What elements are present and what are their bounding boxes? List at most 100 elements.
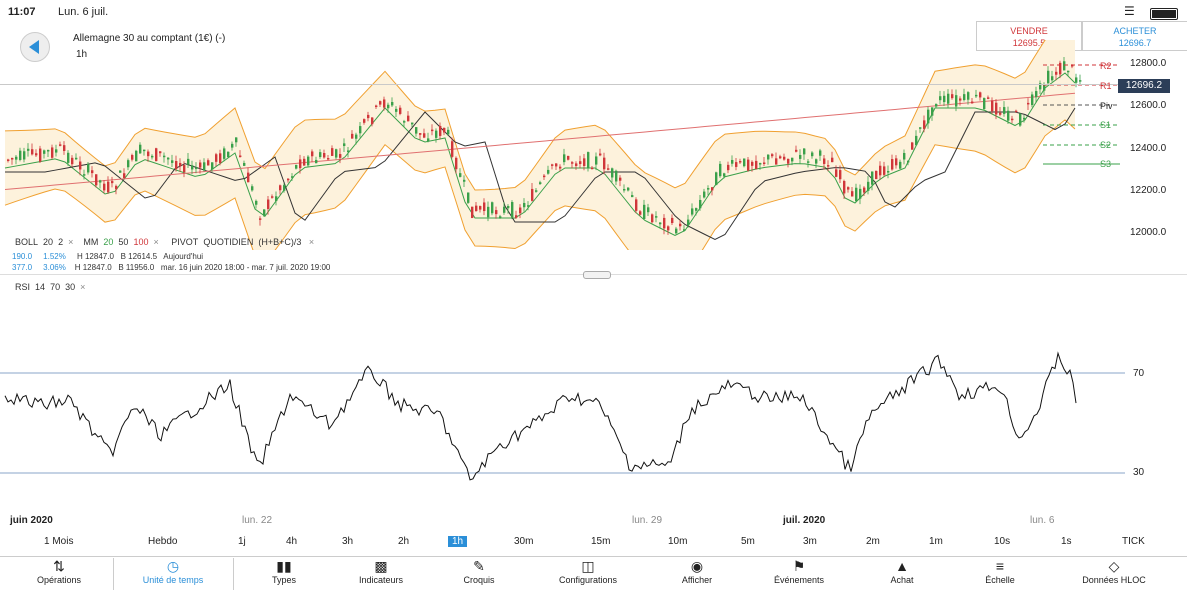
tf-1h[interactable]: 1h: [448, 536, 468, 547]
bell-icon: ▲: [895, 558, 909, 574]
tf-1m[interactable]: 1m: [929, 536, 943, 547]
boll-name: BOLL: [15, 237, 39, 247]
date-label: juil. 2020: [783, 515, 826, 526]
tf-4h[interactable]: 4h: [286, 536, 297, 547]
candle-body: [15, 156, 18, 160]
toolbar-label: Achat: [890, 575, 914, 585]
candle-body: [735, 162, 738, 167]
pivot-r1-label: R1: [1100, 81, 1112, 91]
candle-body: [943, 95, 946, 103]
candle-body: [267, 199, 270, 209]
candle-body: [863, 187, 866, 193]
range-info-row: 190.0 1.52% H 12847.0 B 12614.5 Aujourd'…: [12, 252, 203, 261]
candle-body: [159, 151, 162, 154]
battery-icon: [1150, 8, 1178, 20]
candle-body: [335, 149, 338, 158]
candle-body: [307, 156, 310, 166]
boll-remove-button[interactable]: ×: [68, 237, 73, 247]
candle-body: [251, 186, 254, 191]
candle-body: [791, 157, 794, 162]
toolbar-sketch-button[interactable]: ✎ Croquis: [450, 557, 508, 591]
candle-body: [635, 199, 638, 211]
toolbar-indicators-button[interactable]: ▩ Indicateurs: [345, 557, 417, 591]
candle-body: [615, 170, 618, 182]
toolbar-scale-button[interactable]: ≡ Échelle: [975, 557, 1025, 591]
tf-2m[interactable]: 2m: [866, 536, 880, 547]
toolbar-timeunit-button[interactable]: ◷ Unité de temps: [125, 557, 221, 591]
candle-body: [343, 143, 346, 147]
candle-body: [543, 175, 546, 178]
tf-3h[interactable]: 3h: [342, 536, 353, 547]
candle-body: [715, 172, 718, 186]
candle-body: [31, 149, 34, 155]
candle-body: [55, 149, 58, 153]
indicator-legend: BOLL 20 2 × MM 20 50 100 × PIVOT QUOTIDI…: [15, 237, 314, 247]
candle-body: [511, 202, 514, 218]
candle-body: [951, 94, 954, 99]
candle-body: [391, 102, 394, 106]
candle-body: [215, 154, 218, 162]
mm-remove-button[interactable]: ×: [154, 237, 159, 247]
candle-body: [291, 176, 294, 178]
pivot-remove-button[interactable]: ×: [309, 237, 314, 247]
candle-body: [71, 157, 74, 165]
tf-3m[interactable]: 3m: [803, 536, 817, 547]
toolbar-display-button[interactable]: ◉ Afficher: [670, 557, 724, 591]
tf-2h[interactable]: 2h: [398, 536, 409, 547]
tf-5m[interactable]: 5m: [741, 536, 755, 547]
toolbar-configurations-button[interactable]: ◫ Configurations: [545, 557, 631, 591]
candle-body: [795, 149, 798, 152]
candle-body: [27, 148, 30, 151]
toolbar-events-button[interactable]: ⚑ Événements: [760, 557, 838, 591]
timeframe-bar: 1 Mois Hebdo 1j 4h 3h 2h 1h 30m 15m 10m …: [0, 533, 1187, 553]
tf-30m[interactable]: 30m: [514, 536, 533, 547]
candle-body: [963, 94, 966, 101]
candle-body: [1035, 91, 1038, 98]
candle-body: [331, 148, 334, 156]
candle-body: [743, 158, 746, 167]
toolbar-hloc-button[interactable]: ◇ Données HLOC: [1070, 557, 1158, 591]
tf-1j[interactable]: 1j: [238, 536, 246, 547]
toolbar-types-button[interactable]: ▮▮ Types: [255, 557, 313, 591]
candle-body: [299, 159, 302, 169]
tf-15m[interactable]: 15m: [591, 536, 610, 547]
range-low: B 11956.0: [118, 263, 155, 272]
candle-body: [915, 135, 918, 146]
candle-body: [387, 104, 390, 109]
tf-10m[interactable]: 10m: [668, 536, 687, 547]
candle-body: [567, 155, 570, 160]
toolbar-divider: [113, 558, 114, 590]
candle-body: [1007, 110, 1010, 121]
tf-1s[interactable]: 1s: [1061, 536, 1072, 547]
tf-10s[interactable]: 10s: [994, 536, 1010, 547]
candle-body: [479, 206, 482, 210]
candle-body: [899, 161, 902, 169]
scale-icon: ≡: [995, 558, 1005, 574]
toolbar-operations-button[interactable]: ⇅ Opérations: [20, 557, 98, 591]
candle-body: [747, 159, 750, 171]
tf-1-mois[interactable]: 1 Mois: [44, 536, 73, 547]
candle-body: [227, 151, 230, 158]
candle-body: [327, 158, 330, 160]
candle-body: [263, 209, 266, 216]
candle-body: [379, 101, 382, 105]
bar-chart-icon: ▩: [374, 558, 388, 574]
rsi-remove-button[interactable]: ×: [80, 282, 85, 292]
candle-body: [11, 158, 14, 160]
candle-body: [847, 187, 850, 190]
candle-body: [463, 179, 466, 182]
candle-body: [531, 188, 534, 201]
candle-body: [239, 155, 242, 158]
mm-param: 100: [133, 237, 149, 247]
rsi-chart[interactable]: [0, 345, 1125, 495]
range-points: 190.0: [12, 252, 33, 261]
candle-body: [143, 149, 146, 152]
candle-body: [947, 93, 950, 104]
tf-hebdo[interactable]: Hebdo: [148, 536, 177, 547]
tf-tick[interactable]: TICK: [1122, 536, 1145, 547]
price-chart[interactable]: [0, 40, 1125, 250]
pane-resize-handle[interactable]: [583, 271, 611, 279]
toolbar-buy-alert-button[interactable]: ▲ Achat: [880, 557, 924, 591]
eye-icon: ◉: [690, 558, 704, 574]
candle-body: [907, 160, 910, 163]
